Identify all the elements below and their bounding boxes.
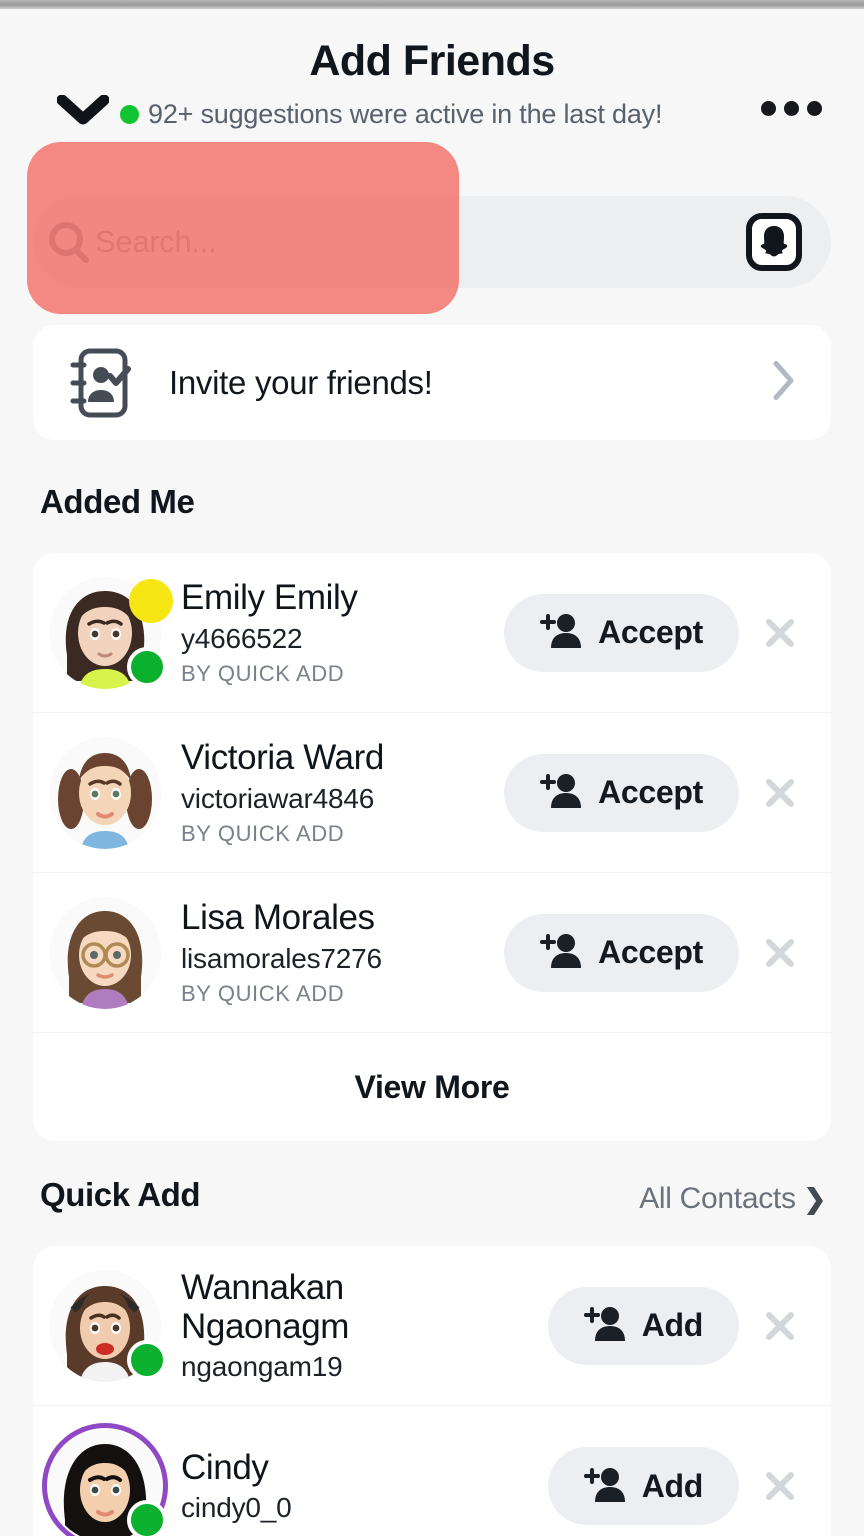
chevron-right-icon <box>771 359 797 406</box>
added-me-list: Emily Emily y4666522 BY QUICK ADD Accept <box>33 553 831 1141</box>
dot <box>807 101 822 116</box>
status-bar <box>0 0 864 9</box>
username: cindy0_0 <box>181 1492 292 1524</box>
table-row[interactable]: Cindy cindy0_0 Add <box>33 1406 831 1536</box>
page-title: Add Friends <box>309 37 555 85</box>
quick-add-heading: Quick Add <box>40 1176 201 1213</box>
contact-card-check-icon <box>51 333 151 433</box>
avatar <box>42 1423 168 1536</box>
add-button[interactable]: Add <box>547 1286 739 1365</box>
table-row[interactable]: Emily Emily y4666522 BY QUICK ADD Accept <box>33 553 831 713</box>
add-person-icon <box>583 1465 626 1508</box>
source-label: BY QUICK ADD <box>181 820 345 846</box>
view-more-button[interactable]: View More <box>33 1033 831 1141</box>
chevron-right-icon: ❯ <box>803 1183 827 1214</box>
accept-label: Accept <box>598 614 703 650</box>
user-info: Victoria Ward victoriawar4846 BY QUICK A… <box>181 738 504 846</box>
display-name: Wannakan Ngaonagm <box>181 1267 350 1346</box>
user-info: Wannakan Ngaonagm ngaongam19 <box>181 1268 548 1383</box>
row-actions: Accept <box>504 913 813 992</box>
close-icon[interactable] <box>747 1453 813 1519</box>
status-badge <box>129 578 173 623</box>
add-person-icon <box>540 611 582 654</box>
row-actions: Accept <box>504 753 813 832</box>
add-label: Add <box>641 1307 704 1343</box>
username: victoriawar4846 <box>181 782 375 814</box>
user-info: Lisa Morales lisamorales7276 BY QUICK AD… <box>181 898 504 1006</box>
all-contacts-label: All Contacts <box>639 1182 796 1215</box>
add-person-icon <box>540 771 582 814</box>
chevron-down-icon[interactable] <box>57 95 109 125</box>
invite-friends-row[interactable]: Invite your friends! <box>33 325 831 440</box>
add-person-icon <box>540 931 582 974</box>
all-contacts-link[interactable]: All Contacts ❯ <box>639 1182 826 1216</box>
avatar <box>49 896 161 1009</box>
row-actions: Add <box>547 1447 813 1525</box>
display-name: Victoria Ward <box>181 738 384 778</box>
user-info: Cindy cindy0_0 <box>181 1448 548 1524</box>
row-actions: Accept <box>504 593 813 672</box>
user-info: Emily Emily y4666522 BY QUICK ADD <box>181 578 504 686</box>
invite-friends-label: Invite your friends! <box>169 363 433 401</box>
close-icon[interactable] <box>747 600 813 666</box>
suggestions-status: 92+ suggestions were active in the last … <box>120 97 754 131</box>
table-row[interactable]: Wannakan Ngaonagm ngaongam19 Add <box>33 1246 831 1406</box>
accept-button[interactable]: Accept <box>504 593 739 672</box>
username: lisamorales7276 <box>181 942 382 974</box>
table-row[interactable]: Victoria Ward victoriawar4846 BY QUICK A… <box>33 713 831 873</box>
active-status-dot <box>120 104 139 124</box>
online-indicator <box>127 646 167 687</box>
online-indicator <box>127 1339 167 1380</box>
search-highlight-overlay <box>27 142 459 314</box>
more-options-icon[interactable] <box>761 101 822 116</box>
dot <box>761 101 776 116</box>
added-me-heading: Added Me <box>40 483 195 520</box>
close-icon[interactable] <box>747 1293 813 1359</box>
source-label: BY QUICK ADD <box>181 980 345 1006</box>
accept-button[interactable]: Accept <box>504 913 739 992</box>
accept-label: Accept <box>598 774 703 810</box>
display-name: Lisa Morales <box>181 898 375 938</box>
snapchat-ghost-icon[interactable] <box>745 212 803 272</box>
row-actions: Add <box>547 1286 813 1365</box>
username: y4666522 <box>181 622 303 654</box>
avatar <box>49 1269 167 1382</box>
dot <box>784 101 799 116</box>
suggestions-status-label: 92+ suggestions were active in the last … <box>148 98 663 129</box>
add-friends-screen: Add Friends 92+ suggestions were active … <box>0 0 864 1536</box>
close-icon[interactable] <box>747 920 813 986</box>
source-label: BY QUICK ADD <box>181 660 345 686</box>
avatar <box>49 736 161 849</box>
username: ngaongam19 <box>181 1351 343 1383</box>
display-name: Emily Emily <box>181 578 358 618</box>
close-icon[interactable] <box>747 760 813 826</box>
add-label: Add <box>641 1467 704 1504</box>
online-indicator <box>127 1500 167 1536</box>
accept-button[interactable]: Accept <box>504 753 739 832</box>
display-name: Cindy <box>181 1447 269 1487</box>
quick-add-list: Wannakan Ngaonagm ngaongam19 Add Cindy c… <box>33 1246 831 1536</box>
page-header: Add Friends 92+ suggestions were active … <box>0 9 864 134</box>
avatar <box>49 576 173 689</box>
accept-label: Accept <box>598 934 703 970</box>
add-button[interactable]: Add <box>547 1447 739 1525</box>
table-row[interactable]: Lisa Morales lisamorales7276 BY QUICK AD… <box>33 873 831 1033</box>
add-person-icon <box>583 1304 626 1347</box>
